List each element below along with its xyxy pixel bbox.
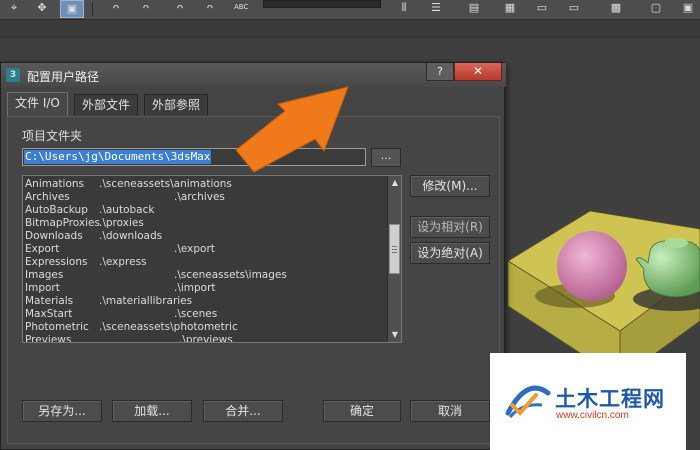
scroll-thumb[interactable]: [389, 224, 400, 274]
make-absolute-button[interactable]: 设为绝对(A): [410, 242, 490, 264]
path-name: Materials: [25, 295, 74, 307]
help-button[interactable]: ?: [426, 63, 454, 81]
list-item[interactable]: Animations .\sceneassets\animations: [24, 178, 386, 191]
app-icon: 3: [6, 68, 20, 82]
select-region-icon[interactable]: ▣: [60, 0, 84, 18]
path-value: .\downloads: [99, 230, 163, 242]
list-item[interactable]: Downloads .\downloads: [24, 230, 386, 243]
tab-external-files[interactable]: 外部文件: [74, 94, 139, 116]
dialog-title: 配置用户路径: [27, 70, 100, 84]
teapot-lid: [664, 238, 688, 248]
watermark-url: www.civilcn.com: [556, 410, 629, 421]
sphere: [557, 231, 627, 301]
list-item[interactable]: Photometric .\sceneassets\photometric: [24, 321, 386, 334]
move-tool-icon[interactable]: ✥: [30, 0, 54, 18]
project-folder-value: C:\Users\jg\Documents\3dsMax: [24, 150, 212, 164]
path-name: AutoBackup: [25, 204, 88, 216]
list-item[interactable]: MaxStart .\scenes: [24, 308, 386, 321]
browse-button[interactable]: ...: [371, 148, 401, 167]
curve-editor-icon[interactable]: ▭: [530, 0, 554, 18]
load-button[interactable]: 加载...: [112, 400, 192, 422]
path-name: MaxStart: [25, 308, 73, 320]
path-value: .\sceneassets\images: [174, 269, 287, 281]
schematic-view-icon[interactable]: ▭: [562, 0, 586, 18]
path-name: Downloads: [25, 230, 83, 242]
angle-snap-magnet-icon[interactable]: ᴖ: [134, 0, 158, 18]
path-value: .\scenes: [174, 308, 218, 320]
path-name: Import: [25, 282, 60, 294]
make-relative-button[interactable]: 设为相对(R): [410, 216, 490, 238]
path-name: Expressions: [25, 256, 88, 268]
path-name: Photometric: [25, 321, 89, 333]
path-value: .\materiallibraries: [99, 295, 193, 307]
path-value: .\archives: [174, 191, 225, 203]
layer-icon[interactable]: ▤: [462, 0, 486, 18]
list-item[interactable]: AutoBackup .\autoback: [24, 204, 386, 217]
scroll-down-icon[interactable]: ▼: [390, 330, 400, 340]
scroll-up-icon[interactable]: ▲: [390, 178, 400, 188]
list-item[interactable]: Images .\sceneassets\images: [24, 269, 386, 282]
named-selection-field[interactable]: [263, 0, 381, 8]
ok-button[interactable]: 确定: [323, 400, 401, 422]
path-name: Previews: [25, 334, 72, 343]
command-strip: [0, 21, 700, 39]
path-value: .\proxies: [99, 217, 144, 229]
spell-check-icon[interactable]: ABC: [234, 3, 248, 11]
path-value: .\autoback: [99, 204, 155, 216]
modify-button[interactable]: 修改(M)...: [410, 175, 490, 197]
main-toolbar: ⌖ ✥ ▣ ᴖ ᴖ ᴖ ᴖ ABC ⫴ ☰ ▤ ▦ ▭ ▭ ▩ ▢ ▣: [0, 0, 700, 20]
list-item[interactable]: BitmapProxies .\proxies: [24, 217, 386, 230]
tab-file-io[interactable]: 文件 I/O: [7, 92, 68, 116]
render-frame-icon[interactable]: ▣: [676, 0, 700, 18]
paths-list[interactable]: Animations .\sceneassets\animations Archiv…: [22, 175, 402, 343]
path-name: Images: [25, 269, 64, 281]
path-name: Archives: [25, 191, 70, 203]
scene-explorer-icon[interactable]: ▦: [498, 0, 522, 18]
path-value: .\express: [99, 256, 147, 268]
list-item[interactable]: Import .\import: [24, 282, 386, 295]
dialog-titlebar[interactable]: 3 配置用户路径 ? ✕: [1, 63, 506, 87]
spinner-snap-magnet-icon[interactable]: ᴖ: [198, 0, 222, 18]
list-item[interactable]: Materials .\materiallibraries: [24, 295, 386, 308]
path-name: Export: [25, 243, 60, 255]
merge-button[interactable]: 合并...: [203, 400, 283, 422]
path-value: .\export: [174, 243, 215, 255]
render-setup-icon[interactable]: ▢: [644, 0, 668, 18]
path-value: .\import: [174, 282, 216, 294]
list-item[interactable]: Export .\export: [24, 243, 386, 256]
select-tool-icon[interactable]: ⌖: [2, 0, 26, 18]
project-folder-label: 项目文件夹: [22, 129, 83, 143]
path-name: BitmapProxies: [25, 217, 100, 229]
close-button[interactable]: ✕: [454, 63, 502, 81]
save-as-button[interactable]: 另存为...: [22, 400, 102, 422]
material-editor-icon[interactable]: ▩: [604, 0, 628, 18]
tab-xrefs[interactable]: 外部参照: [144, 94, 209, 116]
align-icon[interactable]: ☰: [424, 0, 448, 18]
watermark-logo-icon: [505, 385, 551, 419]
list-scrollbar[interactable]: ▲ ▼: [387, 176, 401, 342]
path-value: .\sceneassets\photometric: [99, 321, 238, 333]
list-item[interactable]: Expressions .\express: [24, 256, 386, 269]
list-item[interactable]: Previews .\previews: [24, 334, 386, 343]
path-value: .\sceneassets\animations: [99, 178, 232, 190]
snap-magnet-icon[interactable]: ᴖ: [104, 0, 128, 18]
mirror-icon[interactable]: ⫴: [392, 0, 416, 18]
path-value: .\previews: [179, 334, 233, 343]
percent-snap-magnet-icon[interactable]: ᴖ: [168, 0, 192, 18]
watermark: 土木工程网 www.civilcn.com: [490, 353, 686, 450]
path-name: Animations: [25, 178, 85, 190]
watermark-title: 土木工程网: [555, 387, 665, 411]
project-folder-input[interactable]: C:\Users\jg\Documents\3dsMax: [22, 148, 366, 166]
list-item[interactable]: Archives .\archives: [24, 191, 386, 204]
cancel-button[interactable]: 取消: [410, 400, 490, 422]
